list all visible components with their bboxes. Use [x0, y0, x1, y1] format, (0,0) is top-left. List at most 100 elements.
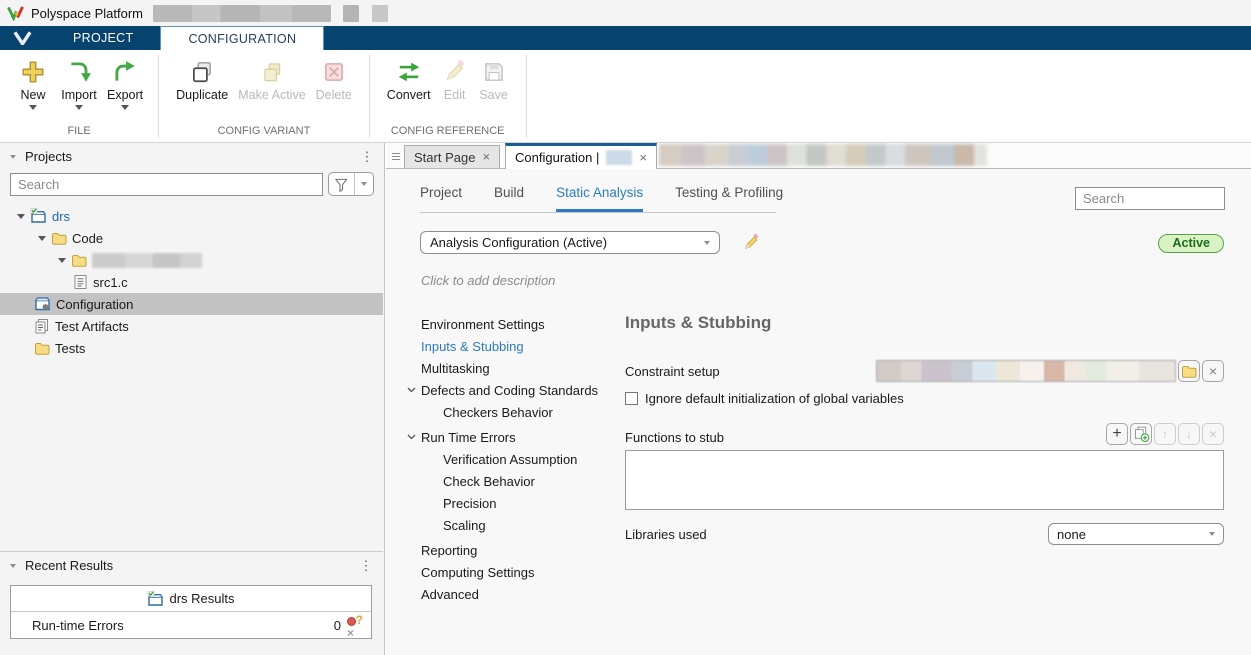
delete-button[interactable]: Delete [311, 57, 357, 102]
collapse-panel-icon[interactable] [10, 155, 16, 159]
new-button[interactable]: New [10, 57, 56, 110]
tab-configuration[interactable]: Configuration | [505, 143, 657, 169]
tree-item-test-artifacts[interactable]: Test Artifacts [0, 315, 383, 337]
expand-arrow-icon[interactable] [37, 236, 46, 241]
nav-defects-coding-standards[interactable]: Defects and Coding Standards [406, 379, 622, 401]
tabs-underline [420, 212, 776, 213]
results-row-runtime-errors[interactable]: Run-time Errors 0 ?× [11, 612, 371, 638]
nav-check-behavior[interactable]: Check Behavior [406, 470, 622, 492]
tabstrip-handle-icon[interactable] [388, 147, 403, 165]
ribbon-tabbar: PROJECT CONFIGURATION [0, 26, 1251, 50]
tree-item-folder-redacted[interactable] [0, 249, 383, 271]
ribbon-tab-configuration[interactable]: CONFIGURATION [160, 26, 324, 50]
duplicate-button[interactable]: Duplicate [171, 57, 233, 102]
tree-item-project-drs[interactable]: drs [0, 205, 383, 227]
project-icon [30, 208, 47, 224]
tab-project[interactable]: Project [420, 185, 462, 212]
results-row-label: Run-time Errors [32, 618, 124, 633]
new-dropdown-caret-icon[interactable] [29, 105, 37, 110]
save-button[interactable]: Save [474, 57, 514, 102]
caret-down-icon [704, 241, 710, 245]
caret-down-icon [361, 182, 367, 186]
tree-item-folder-code[interactable]: Code [0, 227, 383, 249]
window-titlebar: Polyspace Platform [0, 0, 1251, 26]
ignore-init-checkbox[interactable] [625, 392, 638, 405]
close-tab-icon[interactable] [639, 152, 647, 164]
tab-testing-profiling[interactable]: Testing & Profiling [675, 185, 783, 212]
nav-computing-settings[interactable]: Computing Settings [406, 561, 622, 583]
add-row-button[interactable] [1106, 423, 1128, 445]
nav-run-time-errors[interactable]: Run Time Errors [406, 426, 622, 448]
options-search-input[interactable] [1075, 187, 1225, 210]
nav-reporting[interactable]: Reporting [406, 539, 622, 561]
filter-button-group [328, 172, 374, 196]
edit-button[interactable]: Edit [436, 57, 474, 102]
convert-button[interactable]: Convert [382, 57, 436, 102]
caret-down-icon [1209, 532, 1215, 536]
nav-scaling[interactable]: Scaling [406, 514, 622, 536]
chevron-down-icon [406, 434, 416, 440]
nav-inputs-stubbing[interactable]: Inputs & Stubbing [406, 335, 622, 357]
import-dropdown-caret-icon[interactable] [75, 105, 83, 110]
constraint-setup-row: Constraint setup [625, 360, 1224, 382]
nav-precision[interactable]: Precision [406, 492, 622, 514]
results-count: 0 [334, 618, 341, 633]
tree-item-file-src1c[interactable]: src1.c [0, 271, 383, 293]
active-status-badge: Active [1158, 234, 1224, 253]
tab-build[interactable]: Build [494, 185, 524, 212]
export-button[interactable]: Export [102, 57, 148, 110]
projects-search-input[interactable] [10, 173, 323, 196]
move-down-button[interactable]: ↓ [1178, 423, 1200, 445]
expand-arrow-icon[interactable] [57, 258, 66, 263]
browse-folder-button[interactable] [1178, 360, 1200, 382]
functions-to-stub-list[interactable] [625, 450, 1224, 510]
redacted-title-text [153, 5, 331, 22]
projects-menu-icon[interactable] [360, 149, 374, 165]
tab-start-page[interactable]: Start Page [404, 145, 500, 168]
import-button[interactable]: Import [56, 57, 102, 110]
folder-icon [34, 341, 50, 356]
nav-verification-assumption[interactable]: Verification Assumption [406, 448, 622, 470]
tab-static-analysis[interactable]: Static Analysis [556, 185, 643, 212]
filter-button[interactable] [329, 173, 354, 195]
save-icon [481, 59, 507, 85]
constraint-setup-label: Constraint setup [625, 364, 876, 379]
chevron-down-icon [406, 387, 416, 393]
expand-arrow-icon[interactable] [16, 214, 25, 219]
move-up-button[interactable]: ↑ [1154, 423, 1176, 445]
configuration-icon [34, 296, 51, 312]
nav-checkers-behavior[interactable]: Checkers Behavior [406, 401, 622, 423]
app-menu-button[interactable] [0, 26, 44, 50]
arrow-up-icon: ↑ [1162, 427, 1168, 441]
redacted-constraint-value[interactable] [876, 360, 1176, 382]
recent-results-menu-icon[interactable] [359, 558, 373, 574]
close-tab-icon[interactable] [482, 151, 490, 163]
nav-environment-settings[interactable]: Environment Settings [406, 313, 622, 335]
export-dropdown-caret-icon[interactable] [121, 105, 129, 110]
results-header-row[interactable]: drs Results [11, 586, 371, 612]
runtime-errors-status-icon: ?× [344, 616, 363, 635]
tree-item-configuration[interactable]: Configuration [0, 293, 383, 315]
nav-advanced[interactable]: Advanced [406, 583, 622, 605]
add-multiple-button[interactable] [1130, 423, 1152, 445]
description-placeholder[interactable]: Click to add description [421, 273, 555, 288]
toolbar-separator [526, 55, 527, 138]
projects-panel-title: Projects [25, 149, 72, 164]
funnel-icon [334, 177, 349, 192]
folder-icon [51, 231, 67, 246]
filter-dropdown-button[interactable] [354, 173, 373, 195]
edit-variant-pencil-icon[interactable] [742, 233, 761, 252]
nav-multitasking[interactable]: Multitasking [406, 357, 622, 379]
make-active-button[interactable]: Make Active [233, 57, 310, 102]
libraries-used-select[interactable]: none [1048, 523, 1224, 545]
config-variant-select[interactable]: Analysis Configuration (Active) [420, 231, 720, 254]
ignore-init-row: Ignore default initialization of global … [625, 391, 1224, 406]
ribbon-tab-project[interactable]: PROJECT [46, 26, 160, 50]
redacted-tab-text [606, 150, 632, 165]
tree-item-folder-tests[interactable]: Tests [0, 337, 383, 359]
remove-row-button[interactable] [1202, 423, 1224, 445]
window-title: Polyspace Platform [31, 6, 143, 21]
clear-constraint-button[interactable] [1202, 360, 1224, 382]
toolbar-group-config-reference: Convert Edit Save CONFIG REFERENCE [370, 50, 526, 142]
collapse-panel-icon[interactable] [10, 564, 16, 568]
